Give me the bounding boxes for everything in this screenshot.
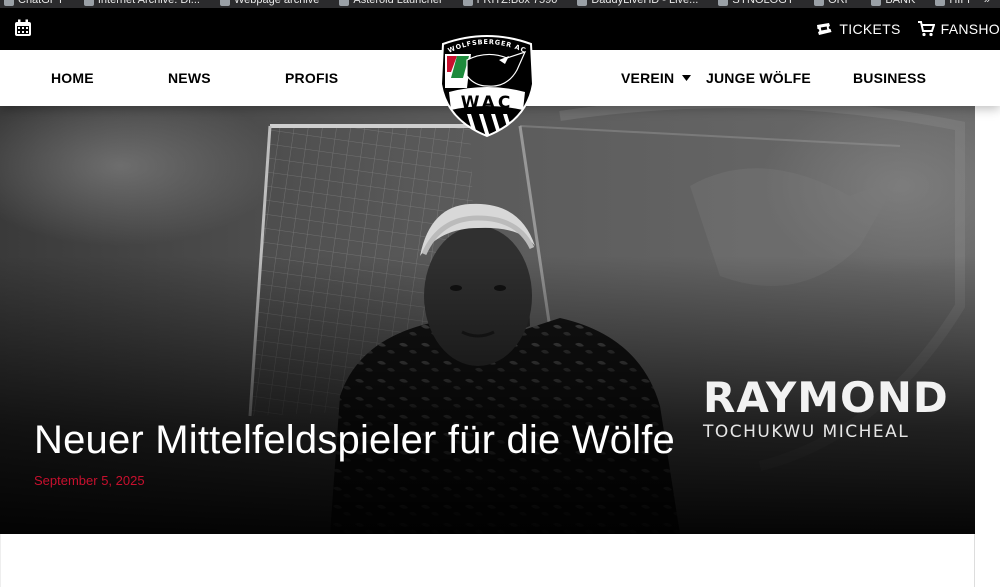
- bookmark-item[interactable]: Webpage archive: [219, 0, 320, 7]
- chatgpt-icon: [4, 0, 14, 6]
- bookmark-label: Internet Archive: Di...: [97, 0, 200, 6]
- bookmark-label: ORF: [828, 0, 852, 6]
- folder-icon: [871, 0, 882, 6]
- fritz-icon: [462, 0, 473, 6]
- bookmark-item[interactable]: BANK: [871, 0, 915, 7]
- ticket-icon: [817, 23, 832, 35]
- globe-icon: [577, 0, 588, 6]
- bookmark-item[interactable]: Internet Archive: Di...: [83, 0, 200, 7]
- nav-item-verein-label: VEREIN: [621, 70, 675, 86]
- tickets-link[interactable]: TICKETS: [815, 21, 900, 37]
- bookmark-label: SYNOLOGY: [732, 0, 795, 6]
- hero-banner[interactable]: RAYMOND TOCHUKWU MICHEAL Neuer Mittelfel…: [0, 106, 975, 534]
- bookmark-item[interactable]: DaddyLiveHD - Live...: [577, 0, 698, 7]
- hero-photo: [0, 106, 975, 534]
- bookmark-label: Asteroid Launcher: [353, 0, 443, 6]
- player-name-graphic: RAYMOND TOCHUKWU MICHEAL: [703, 373, 949, 443]
- nav-item-verein[interactable]: VEREIN: [621, 70, 692, 86]
- browser-bookmarks-bar: ChatGPT Internet Archive: Di... Webpage ar…: [0, 0, 1000, 8]
- bookmark-label: ChatGPT: [18, 0, 64, 6]
- bookmark-label: FRITZ!Box 7590: [476, 0, 558, 6]
- cart-icon: [917, 21, 935, 37]
- bookmark-item[interactable]: SYNOLOGY: [718, 0, 794, 7]
- folder-icon: [935, 0, 946, 6]
- hero-headline[interactable]: Neuer Mittelfeldspieler für die Wölfe: [34, 418, 675, 463]
- bookmark-label: BANK: [885, 0, 916, 6]
- nav-item-home[interactable]: HOME: [51, 70, 94, 86]
- bookmark-item[interactable]: ORF: [814, 0, 851, 7]
- logo-letters: WAC: [461, 93, 514, 113]
- synology-icon: [718, 0, 729, 6]
- nav-item-junge-woelfe[interactable]: JUNGE WÖLFE: [706, 70, 811, 86]
- hero-date: September 5, 2025: [34, 473, 145, 488]
- calendar-icon[interactable]: [14, 19, 32, 37]
- tickets-label: TICKETS: [839, 21, 901, 37]
- content-area: [0, 534, 975, 587]
- bookmarks-overflow-button[interactable]: »: [984, 0, 990, 6]
- player-full-name: TOCHUKWU MICHEAL: [703, 422, 910, 442]
- folder-icon: [814, 0, 825, 6]
- bookmark-label: Webpage archive: [233, 0, 320, 6]
- bookmark-label: HIFI: [949, 0, 971, 6]
- bookmark-label: DaddyLiveHD - Live...: [591, 0, 699, 6]
- archive-icon: [83, 0, 94, 6]
- bookmark-item[interactable]: ChatGPT: [4, 0, 64, 7]
- fanshop-link[interactable]: FANSHO: [917, 21, 1000, 37]
- bookmark-item[interactable]: Asteroid Launcher: [339, 0, 443, 7]
- archive-icon: [219, 0, 230, 6]
- nav-item-business[interactable]: BUSINESS: [853, 70, 926, 86]
- caret-down-icon: [682, 75, 692, 81]
- bookmark-item[interactable]: HIFI: [935, 0, 970, 7]
- player-first-name: RAYMOND: [703, 373, 949, 422]
- fanshop-label: FANSHO: [940, 21, 1000, 37]
- bookmark-item[interactable]: FRITZ!Box 7590: [462, 0, 558, 7]
- asteroid-icon: [339, 0, 350, 6]
- nav-item-profis[interactable]: PROFIS: [285, 70, 338, 86]
- nav-item-news[interactable]: NEWS: [168, 70, 211, 86]
- club-logo[interactable]: WOLFSBERGER AC WAC: [437, 30, 537, 140]
